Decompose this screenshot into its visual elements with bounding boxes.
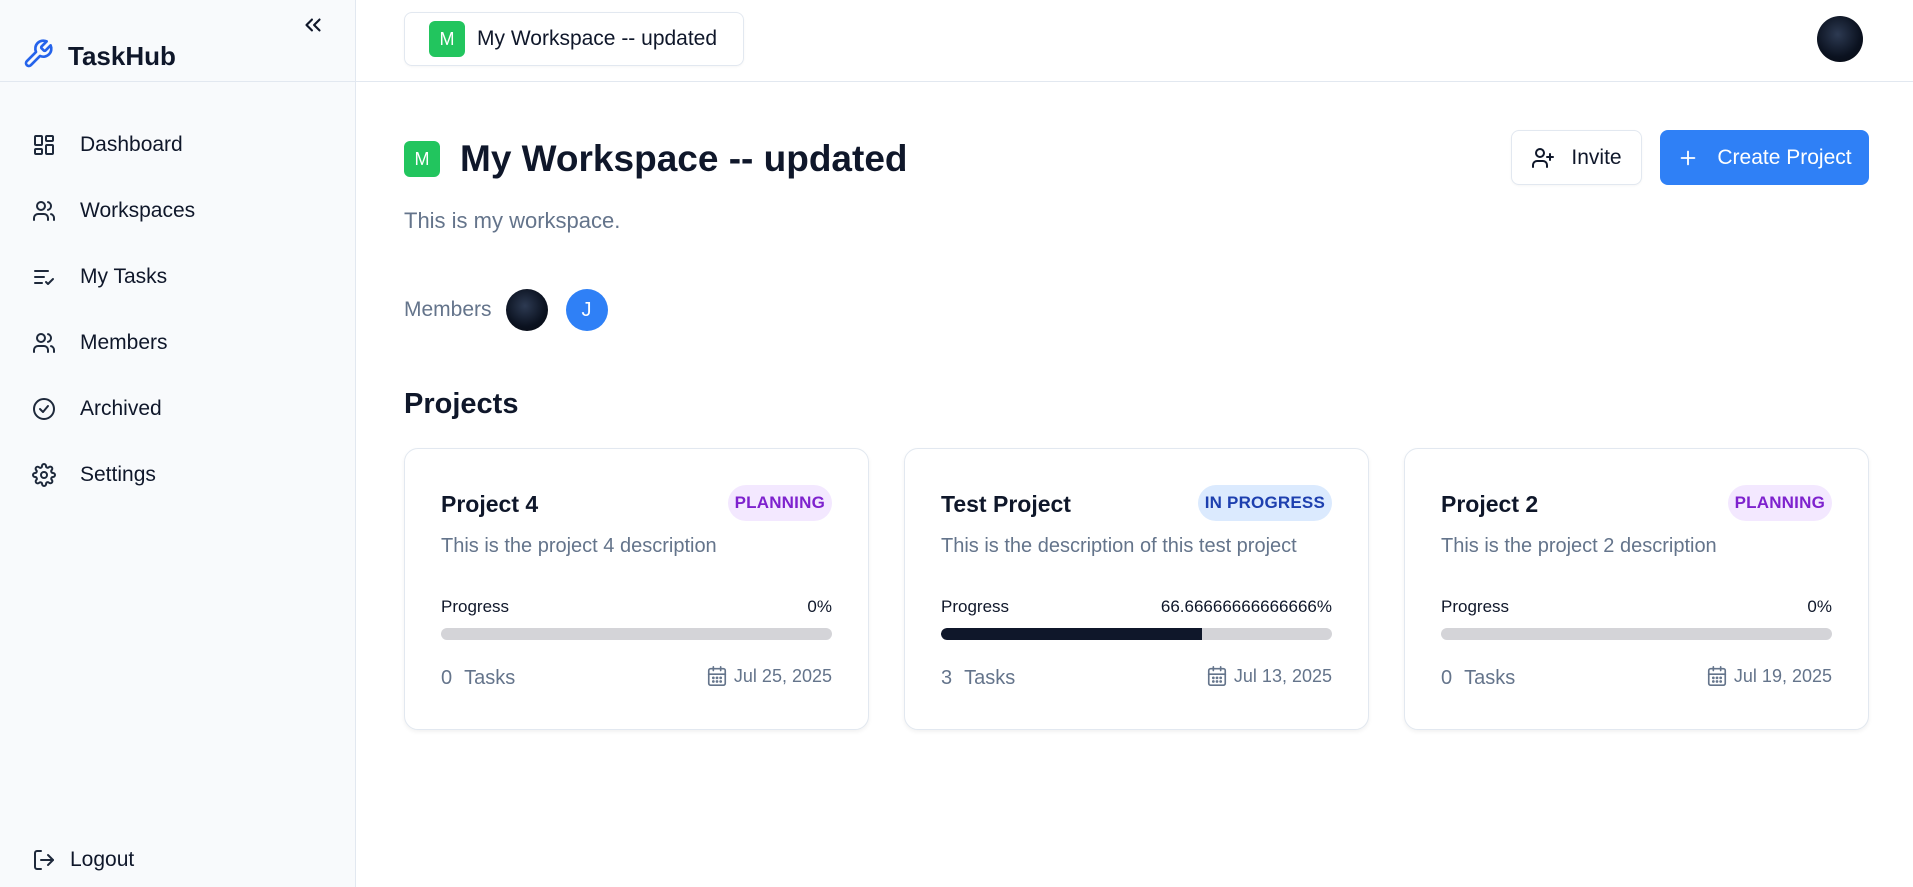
progress-value: 0% xyxy=(1807,597,1832,616)
users-icon xyxy=(32,199,56,223)
workspace-switcher[interactable]: M My Workspace -- updated xyxy=(404,12,744,66)
progress-value: 0% xyxy=(807,597,832,616)
due-date: Jul 25, 2025 xyxy=(706,665,832,687)
sidebar-item-members[interactable]: Members xyxy=(0,310,355,376)
workspace-title-badge: M xyxy=(404,141,440,177)
projects-section-title: Projects xyxy=(404,388,519,420)
status-badge: PLANNING xyxy=(1727,485,1832,521)
project-title: Test Project xyxy=(941,491,1071,517)
sidebar-nav: Dashboard Workspaces My Tasks Members Ar… xyxy=(0,112,355,508)
project-card[interactable]: Project 2 PLANNING This is the project 2… xyxy=(1404,448,1869,730)
project-description: This is the project 4 description xyxy=(441,535,717,557)
workspace-badge: M xyxy=(429,21,465,57)
brand: TaskHub xyxy=(0,0,355,82)
member-avatar[interactable] xyxy=(505,289,548,331)
sidebar-item-label: Dashboard xyxy=(80,133,183,156)
logout-icon xyxy=(32,848,56,872)
status-badge: IN PROGRESS xyxy=(1197,485,1332,521)
project-description: This is the description of this test pro… xyxy=(941,535,1297,557)
sidebar-item-label: My Tasks xyxy=(80,265,168,288)
plus-icon xyxy=(1677,147,1699,169)
wrench-icon xyxy=(22,38,54,70)
sidebar-item-archived[interactable]: Archived xyxy=(0,376,355,442)
user-avatar[interactable] xyxy=(1817,16,1863,62)
project-title: Project 4 xyxy=(441,491,539,517)
progress-bar xyxy=(441,628,832,640)
sidebar-item-dashboard[interactable]: Dashboard xyxy=(0,112,355,178)
sidebar-item-settings[interactable]: Settings xyxy=(0,442,355,508)
project-card[interactable]: Test Project IN PROGRESS This is the des… xyxy=(904,448,1369,730)
due-date-text: Jul 25, 2025 xyxy=(733,665,832,686)
gear-icon xyxy=(32,463,56,487)
workspace-header: M My Workspace -- updated xyxy=(404,138,908,180)
progress-label: Progress xyxy=(441,597,510,616)
task-count-label: Tasks xyxy=(964,667,1016,689)
users-icon xyxy=(32,331,56,355)
members-label: Members xyxy=(404,298,492,321)
calendar-icon xyxy=(706,665,728,687)
task-count: 0 Tasks xyxy=(441,667,515,690)
collapse-sidebar-button[interactable] xyxy=(300,12,326,38)
members-row: Members J xyxy=(404,289,626,331)
sidebar-item-workspaces[interactable]: Workspaces xyxy=(0,178,355,244)
page-title: My Workspace -- updated xyxy=(460,138,908,179)
sidebar-item-label: Settings xyxy=(80,463,156,486)
project-cards: Project 4 PLANNING This is the project 4… xyxy=(404,448,1869,730)
create-project-button[interactable]: Create Project xyxy=(1660,130,1869,185)
check-circle-icon xyxy=(32,397,56,421)
due-date-text: Jul 13, 2025 xyxy=(1233,665,1332,686)
invite-label: Invite xyxy=(1571,145,1622,169)
sidebar-item-label: Archived xyxy=(80,397,162,420)
dashboard-icon xyxy=(32,133,56,157)
invite-button[interactable]: Invite xyxy=(1511,130,1642,185)
top-bar: M My Workspace -- updated xyxy=(356,0,1913,82)
status-badge: PLANNING xyxy=(727,485,832,521)
workspace-switcher-name: My Workspace -- updated xyxy=(477,27,718,50)
project-title: Project 2 xyxy=(1441,491,1539,517)
task-count-label: Tasks xyxy=(464,667,516,689)
due-date: Jul 13, 2025 xyxy=(1206,665,1332,687)
member-avatar[interactable]: J xyxy=(565,289,608,331)
sidebar: TaskHub Dashboard Workspaces My Tasks Me… xyxy=(0,0,356,887)
task-count-number: 0 xyxy=(1441,667,1453,689)
progress-value: 66.66666666666666% xyxy=(1160,597,1332,616)
brand-name: TaskHub xyxy=(68,41,176,71)
calendar-icon xyxy=(1706,665,1728,687)
task-count-number: 3 xyxy=(941,667,953,689)
sidebar-item-label: Members xyxy=(80,331,168,354)
progress-label: Progress xyxy=(1441,597,1510,616)
progress-label: Progress xyxy=(941,597,1010,616)
list-check-icon xyxy=(32,265,56,289)
task-count-number: 0 xyxy=(441,667,453,689)
sidebar-item-my-tasks[interactable]: My Tasks xyxy=(0,244,355,310)
task-count: 3 Tasks xyxy=(941,667,1015,690)
logout-button[interactable]: Logout xyxy=(32,848,134,872)
task-count: 0 Tasks xyxy=(1441,667,1515,690)
due-date: Jul 19, 2025 xyxy=(1706,665,1832,687)
calendar-icon xyxy=(1206,665,1228,687)
project-card[interactable]: Project 4 PLANNING This is the project 4… xyxy=(404,448,869,730)
project-description: This is the project 2 description xyxy=(1441,535,1717,557)
progress-bar xyxy=(1441,628,1832,640)
sidebar-item-label: Workspaces xyxy=(80,199,196,222)
due-date-text: Jul 19, 2025 xyxy=(1733,665,1832,686)
workspace-description: This is my workspace. xyxy=(404,208,621,233)
user-plus-icon xyxy=(1531,146,1555,170)
progress-bar xyxy=(941,628,1332,640)
create-project-label: Create Project xyxy=(1717,145,1852,169)
task-count-label: Tasks xyxy=(1464,667,1516,689)
logout-label: Logout xyxy=(70,848,135,871)
progress-fill xyxy=(941,628,1202,640)
